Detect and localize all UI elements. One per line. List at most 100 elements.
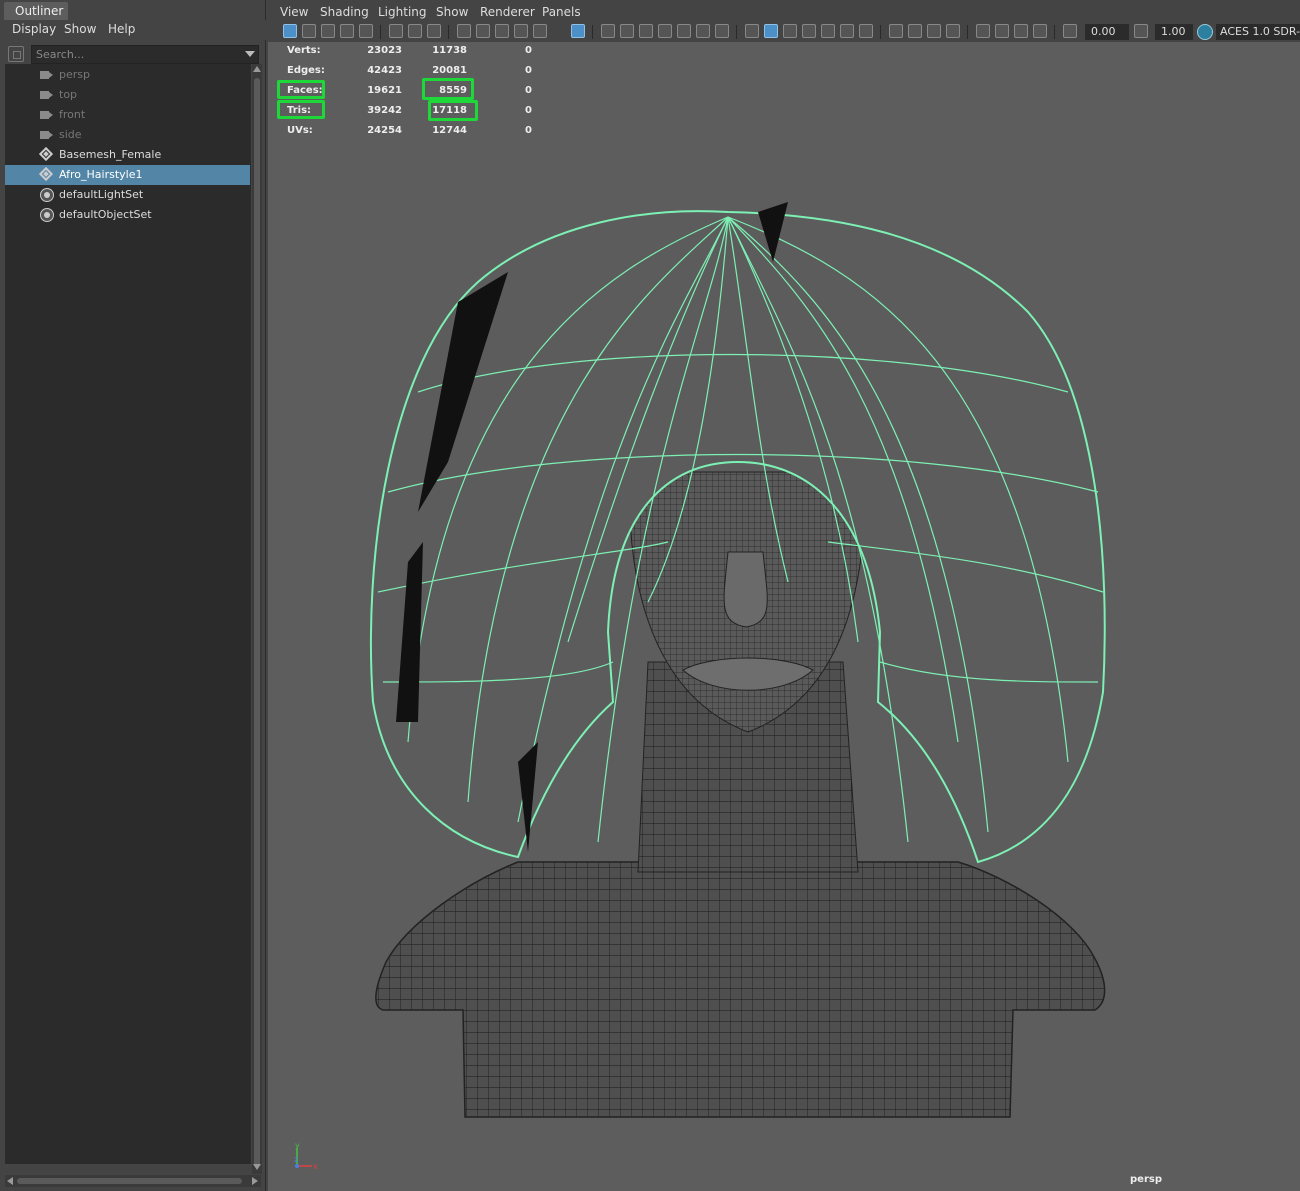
- outliner-item-top[interactable]: top: [5, 85, 250, 105]
- grease-pencil-icon[interactable]: [389, 24, 403, 38]
- highlight-faces-label: [277, 80, 325, 99]
- viewport-toolbar: 0.00 1.00 ACES 1.0 SDR-vi: [268, 22, 1300, 42]
- default-material-icon[interactable]: [783, 24, 797, 38]
- menu-display[interactable]: Display: [12, 22, 56, 36]
- scroll-down-arrow-icon[interactable]: [253, 1164, 261, 1170]
- image-plane-icon[interactable]: [340, 24, 354, 38]
- safe-action-icon[interactable]: [677, 24, 691, 38]
- motion-blur-icon[interactable]: [908, 24, 922, 38]
- gamma-field[interactable]: 1.00: [1155, 24, 1193, 40]
- shadows-icon[interactable]: [859, 24, 873, 38]
- x-ray-components-icon[interactable]: [1033, 24, 1047, 38]
- outliner-item-label: top: [59, 88, 78, 101]
- filter-icon[interactable]: [8, 46, 24, 62]
- search-dropdown-icon[interactable]: [245, 51, 255, 57]
- lock-camera-icon[interactable]: [408, 24, 422, 38]
- menu-panels[interactable]: Panels: [542, 5, 581, 19]
- anti-aliasing-icon[interactable]: [927, 24, 941, 38]
- outliner-item-label: Basemesh_Female: [59, 148, 162, 161]
- grid-icon[interactable]: [601, 24, 615, 38]
- menu-show[interactable]: Show: [64, 22, 96, 36]
- hud-selected-count: 11738: [432, 45, 467, 56]
- resolution-overlay-icon[interactable]: [639, 24, 653, 38]
- scroll-right-arrow-icon[interactable]: [252, 1177, 258, 1185]
- scrollbar-thumb[interactable]: [17, 1178, 242, 1184]
- color-management-icon[interactable]: [1197, 24, 1213, 40]
- bookmark-icon[interactable]: [321, 24, 335, 38]
- outliner-item-label: defaultObjectSet: [59, 208, 152, 221]
- gate-overlay-icon[interactable]: [658, 24, 672, 38]
- resolution-gate-icon[interactable]: [476, 24, 490, 38]
- axis-z-label: z: [294, 1155, 298, 1164]
- exposure-field[interactable]: 0.00: [1085, 24, 1129, 40]
- outliner-search-input[interactable]: Search...: [31, 45, 259, 64]
- body-mesh[interactable]: [375, 861, 1106, 1118]
- menu-lighting[interactable]: Lighting: [378, 5, 427, 19]
- hud-selected-count: 20081: [432, 65, 467, 76]
- camera-icon: [40, 89, 54, 101]
- viewport-canvas[interactable]: [268, 42, 1300, 1191]
- camera-icon: [40, 109, 54, 121]
- scroll-left-arrow-icon[interactable]: [7, 1177, 13, 1185]
- hud-scene-count: 23023: [367, 45, 402, 56]
- x-ray-icon[interactable]: [995, 24, 1009, 38]
- menu-shading[interactable]: Shading: [320, 5, 369, 19]
- scroll-up-arrow-icon[interactable]: [253, 66, 261, 72]
- view-transform-field[interactable]: ACES 1.0 SDR-vi: [1216, 24, 1300, 40]
- menu-help[interactable]: Help: [108, 22, 135, 36]
- screen-space-ao-icon[interactable]: [889, 24, 903, 38]
- pencil-icon[interactable]: [571, 24, 585, 38]
- highlight-tris-selected: [428, 100, 478, 121]
- hud-scene-count: 24254: [367, 125, 402, 136]
- exposure-icon[interactable]: [1063, 24, 1077, 38]
- use-all-lights-icon[interactable]: [840, 24, 854, 38]
- outliner-item-default-object-set[interactable]: defaultObjectSet: [5, 205, 250, 225]
- outliner-search-row: Search...: [0, 42, 266, 66]
- x-ray-joints-icon[interactable]: [1014, 24, 1028, 38]
- camera-film-gate-icon[interactable]: [427, 24, 441, 38]
- scrollbar-thumb[interactable]: [254, 78, 260, 1168]
- depth-of-field-icon[interactable]: [946, 24, 960, 38]
- menu-view[interactable]: View: [280, 5, 308, 19]
- text-overlay-icon[interactable]: [715, 24, 729, 38]
- outliner-item-side[interactable]: side: [5, 125, 250, 145]
- menu-renderer[interactable]: Renderer: [480, 5, 535, 19]
- axis-y-label: y: [295, 1142, 300, 1150]
- nose-mesh: [723, 551, 768, 628]
- safe-title-icon[interactable]: [696, 24, 710, 38]
- outliner-item-front[interactable]: front: [5, 105, 250, 125]
- outliner-item-afro-hairstyle1[interactable]: Afro_Hairstyle1: [5, 165, 250, 185]
- hud-component-count: 0: [525, 125, 532, 136]
- gamma-icon[interactable]: [1134, 24, 1148, 38]
- mesh-transform-icon: [38, 146, 54, 162]
- outliner-item-persp[interactable]: persp: [5, 65, 250, 85]
- outliner-horizontal-scrollbar[interactable]: [5, 1175, 261, 1187]
- outliner-vertical-scrollbar[interactable]: [252, 64, 262, 1174]
- film-gate-icon[interactable]: [457, 24, 471, 38]
- outliner-item-default-light-set[interactable]: defaultLightSet: [5, 185, 250, 205]
- camera-name-label: persp: [1130, 1174, 1162, 1185]
- two-d-pan-icon[interactable]: [359, 24, 373, 38]
- outliner-item-basemesh-female[interactable]: Basemesh_Female: [5, 145, 250, 165]
- outliner-panel: Outliner Display Show Help Search... per…: [0, 0, 266, 1191]
- hud-row-uvs: UVs: 24254 12744 0: [268, 122, 568, 142]
- outliner-item-label: side: [59, 128, 82, 141]
- viewport-menubar: View Shading Lighting Show Renderer Pane…: [268, 0, 1300, 22]
- camera-attributes-icon[interactable]: [302, 24, 316, 38]
- hud-component-count: 0: [525, 45, 532, 56]
- wireframe-on-shaded-icon[interactable]: [802, 24, 816, 38]
- hud-scene-count: 39242: [367, 105, 402, 116]
- bookmark-flag-icon[interactable]: [514, 24, 528, 38]
- wireframe-icon[interactable]: [745, 24, 759, 38]
- isolate-select-icon[interactable]: [976, 24, 990, 38]
- gate-mask-icon[interactable]: [495, 24, 509, 38]
- menu-show[interactable]: Show: [436, 5, 468, 19]
- smooth-shade-icon[interactable]: [764, 24, 778, 38]
- outliner-item-label: defaultLightSet: [59, 188, 144, 201]
- film-gate-overlay-icon[interactable]: [620, 24, 634, 38]
- outliner-tab[interactable]: Outliner: [4, 2, 68, 20]
- select-camera-icon[interactable]: [283, 24, 297, 38]
- textured-icon[interactable]: [821, 24, 835, 38]
- field-chart-icon[interactable]: [533, 24, 547, 38]
- hud-row-edges: Edges: 42423 20081 0: [268, 62, 568, 82]
